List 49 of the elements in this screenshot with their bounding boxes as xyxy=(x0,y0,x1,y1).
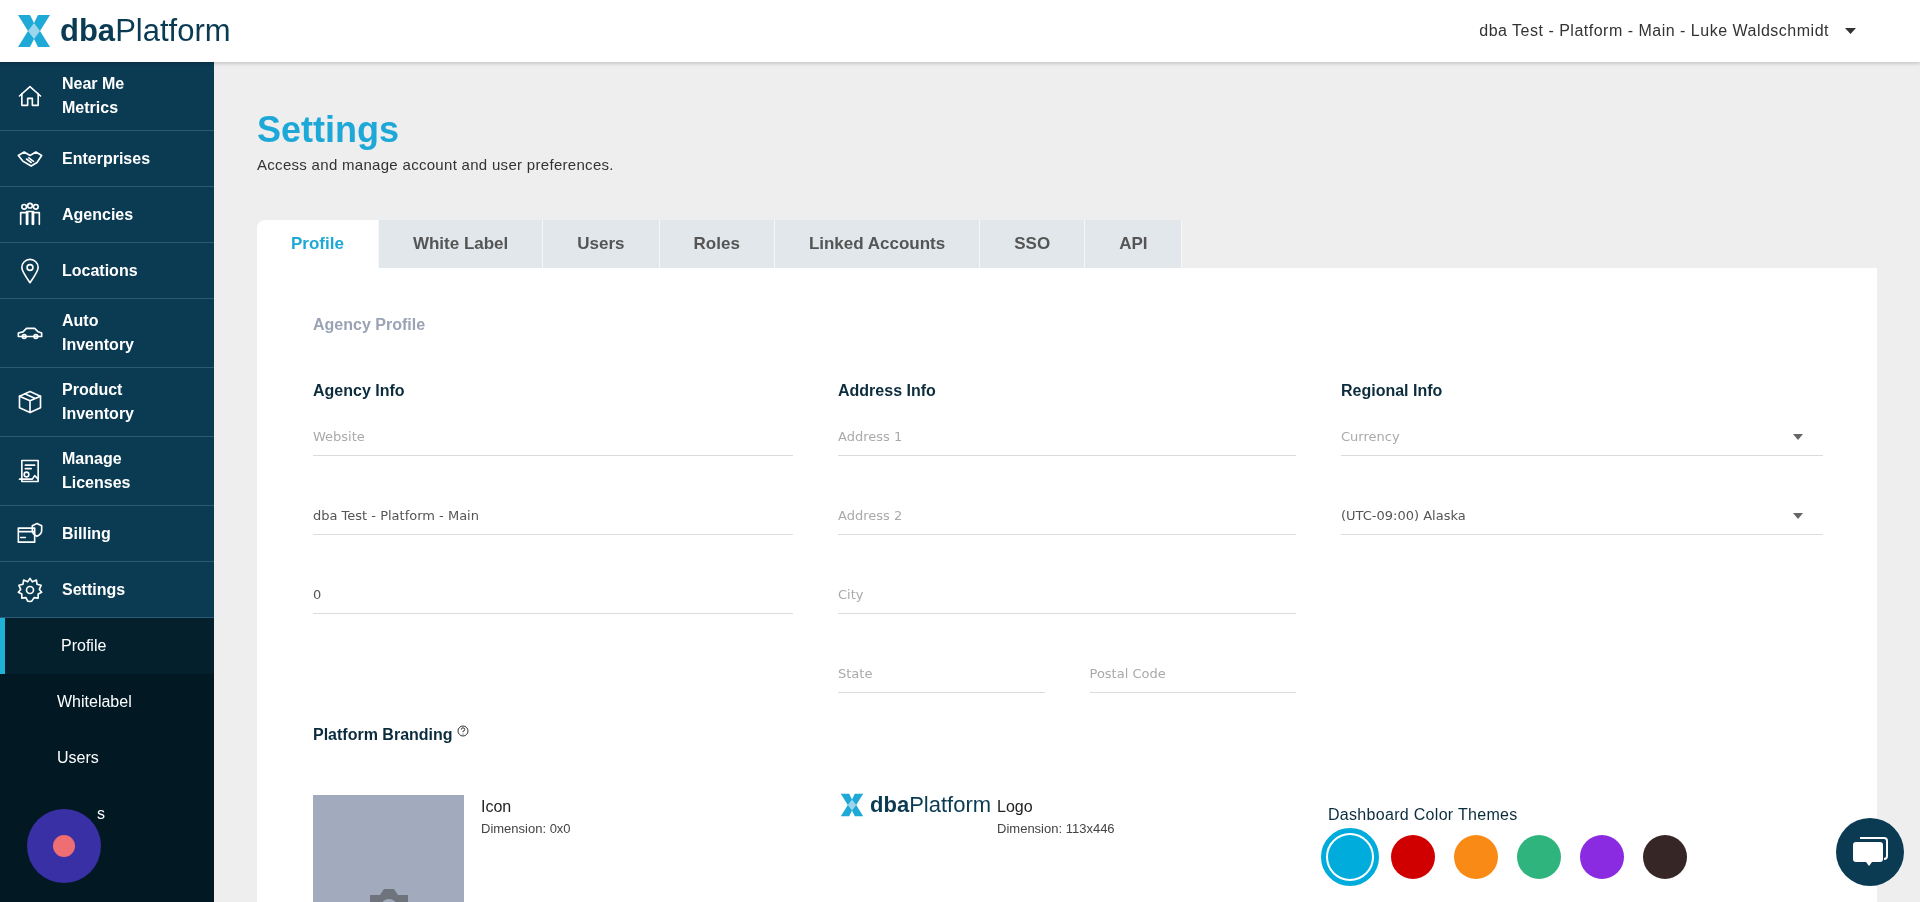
tab[interactable]: Users xyxy=(543,219,660,268)
section-title: Agency Profile xyxy=(313,314,427,335)
color-theme-swatch[interactable] xyxy=(1517,834,1561,879)
sidebar-item[interactable]: Enterprises xyxy=(0,131,214,187)
themes-title: Dashboard Color Themes xyxy=(1328,804,1519,825)
sidebar-subitem[interactable]: Users xyxy=(0,730,214,786)
color-theme-swatch[interactable] xyxy=(1580,834,1624,879)
branding-title: Platform Branding xyxy=(313,724,453,745)
input-field[interactable]: dba Test - Platform - Main xyxy=(313,498,793,535)
sidebar-subitem[interactable]: Whitelabel xyxy=(0,674,214,730)
help-icon xyxy=(456,724,469,737)
box-icon xyxy=(16,388,44,416)
select-field[interactable]: (UTC-09:00) Alaska xyxy=(1341,498,1823,535)
sidebar-item[interactable]: Near Me Metrics xyxy=(0,62,214,131)
dropdown-caret-icon xyxy=(1793,513,1803,519)
chat-icon xyxy=(1852,836,1888,868)
sidebar-item[interactable]: Product Inventory xyxy=(0,368,214,437)
column-heading: Address Info xyxy=(838,380,937,399)
sidebar-subitem[interactable]: Profile xyxy=(0,618,214,674)
logo-dimension: Dimension: 113x446 xyxy=(997,819,1115,838)
sidebar-item[interactable]: Locations xyxy=(0,243,214,299)
sidebar-item[interactable]: Auto Inventory xyxy=(0,299,214,368)
sidebar-subitem[interactable]: s xyxy=(0,786,214,842)
sidebar-item[interactable]: Agencies xyxy=(0,187,214,243)
logo-label: Logo xyxy=(997,796,1034,817)
caret-icon xyxy=(1845,28,1856,34)
page-title: Settings xyxy=(257,108,399,152)
column-heading: Regional Info xyxy=(1341,380,1444,399)
tab[interactable]: SSO xyxy=(980,219,1086,268)
settings-icon xyxy=(16,575,44,604)
app-logo-text: dbaPlatform xyxy=(60,11,231,50)
dropdown-caret-icon xyxy=(1793,434,1803,440)
page-subtitle: Access and manage account and user preferences. xyxy=(257,155,614,175)
tab[interactable]: White Label xyxy=(378,219,544,268)
input-field[interactable]: 0 xyxy=(313,577,793,614)
logo-preview-text: dbaPlatform xyxy=(870,791,992,819)
color-theme-swatch[interactable] xyxy=(1391,834,1435,879)
sidebar-item[interactable]: Manage Licenses xyxy=(0,437,214,506)
column-heading: Agency Info xyxy=(313,380,406,399)
account-menu[interactable]: dba Test - Platform - Main - Luke Waldschmidt xyxy=(1479,19,1856,43)
color-theme-swatch[interactable] xyxy=(1643,834,1687,879)
icon-label: Icon xyxy=(481,796,513,817)
tab[interactable]: Linked Accounts xyxy=(774,219,981,268)
sidebar-item[interactable]: Billing xyxy=(0,506,214,562)
color-theme-swatch[interactable] xyxy=(1454,834,1498,879)
tab[interactable]: API xyxy=(1085,219,1183,268)
sidebar-item[interactable]: Settings xyxy=(0,562,214,618)
icon-dimension: Dimension: 0x0 xyxy=(481,819,571,838)
tab[interactable]: Roles xyxy=(659,219,775,268)
